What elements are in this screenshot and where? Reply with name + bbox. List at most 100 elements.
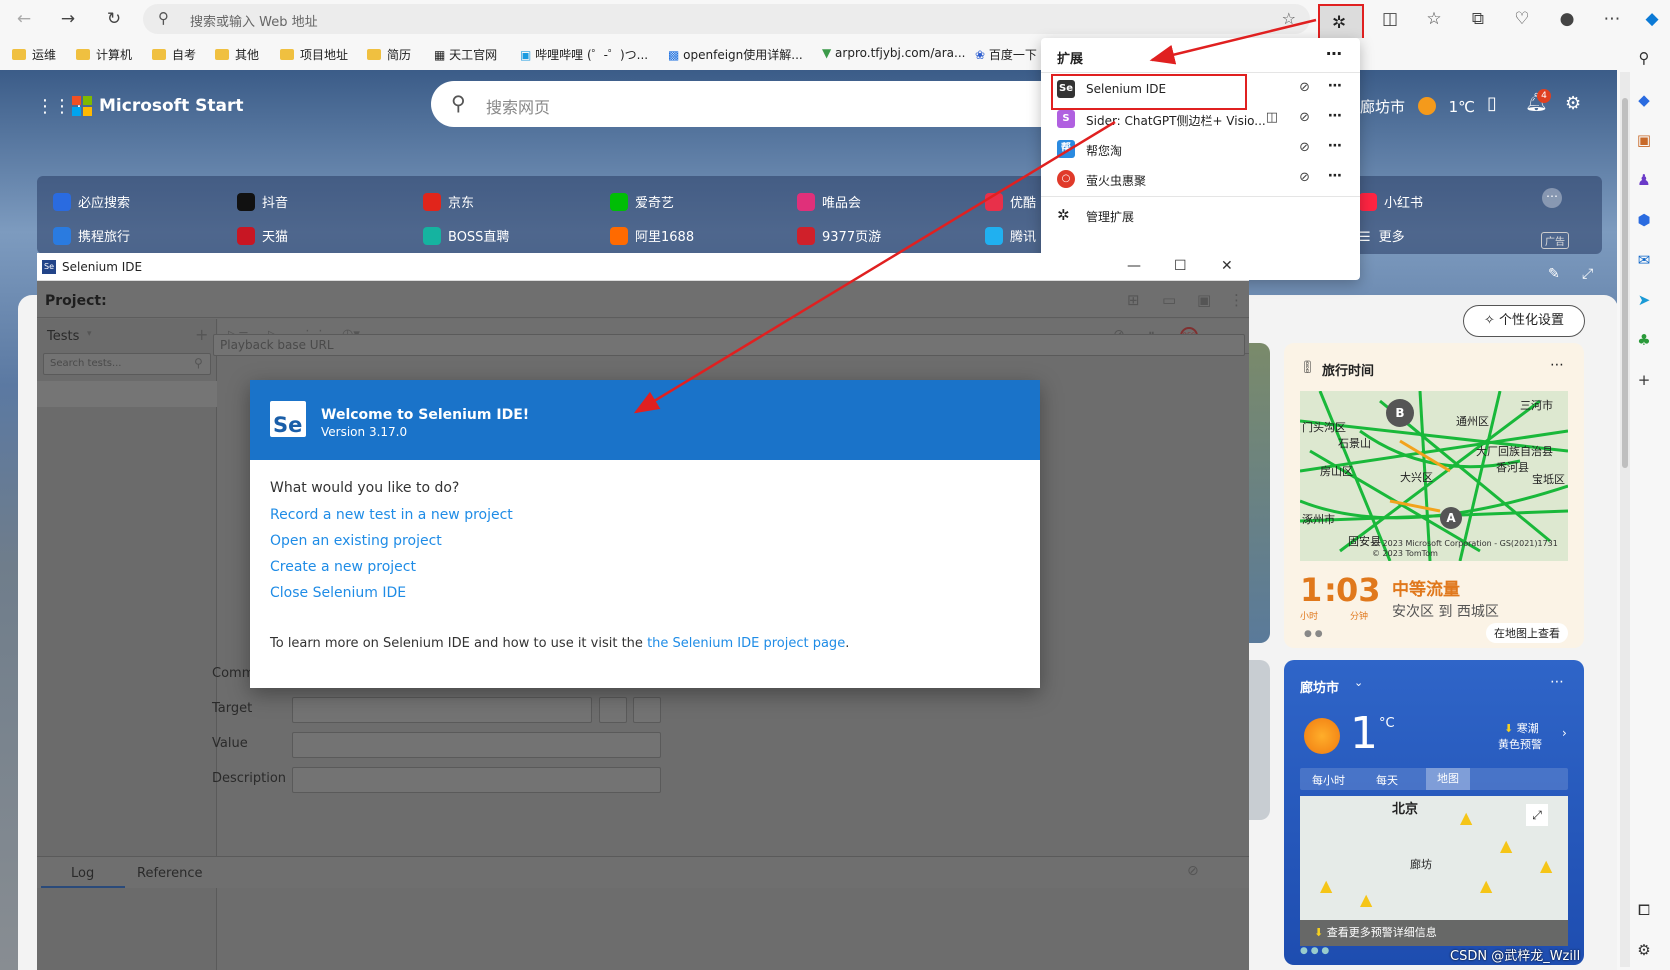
split-screen-icon[interactable]: ◫: [1378, 7, 1402, 31]
profile-avatar[interactable]: ●: [1555, 7, 1579, 31]
collections-icon[interactable]: ⧉: [1466, 7, 1490, 31]
page-scrollbar[interactable]: [1620, 72, 1630, 967]
bookmark-link[interactable]: ▣ 哔哩哔哩 (゜-゜)つ...: [520, 46, 648, 63]
expand-icon[interactable]: ⤢: [1582, 266, 1593, 282]
quick-link[interactable]: 阿里1688: [610, 226, 694, 245]
refresh-icon[interactable]: ↻: [102, 7, 126, 31]
close-ide-link[interactable]: Close Selenium IDE: [270, 585, 406, 601]
settings-icon[interactable]: ⚙: [1634, 940, 1654, 960]
gear-icon[interactable]: ⚙: [1565, 93, 1581, 114]
favorite-star-icon[interactable]: ☆: [1282, 9, 1296, 28]
tab-map[interactable]: 地图: [1426, 768, 1470, 790]
send-icon[interactable]: ➤: [1634, 290, 1654, 310]
quick-link[interactable]: 腾讯: [985, 226, 1036, 245]
expand-icon[interactable]: ⤢: [1526, 804, 1548, 826]
new-project-icon[interactable]: ⊞: [1127, 291, 1140, 309]
close-icon[interactable]: ✕: [1221, 258, 1233, 274]
quick-link[interactable]: 爱奇艺: [610, 192, 674, 211]
add-icon[interactable]: +: [1634, 370, 1654, 390]
travel-time-card[interactable]: 🚦︎ 旅行时间 ⋯ 门头沟区 石景山 通州区 三河市 房山区 大兴区 香河县 大…: [1284, 343, 1584, 648]
chevron-down-icon[interactable]: ⌄: [1354, 676, 1363, 689]
tab-reference[interactable]: Reference: [137, 866, 202, 881]
toolbox-icon[interactable]: ▣: [1634, 130, 1654, 150]
hide-icon[interactable]: ⊘: [1299, 140, 1310, 155]
weather-card[interactable]: 廊坊市 ⌄ ⋯ 1 °C ⬇ 寒潮 黄色预警 › 每小时 每天 地图 北京 廊坊…: [1284, 660, 1584, 965]
tests-dropdown[interactable]: Tests: [47, 329, 79, 344]
favorites-icon[interactable]: ☆: [1422, 7, 1446, 31]
save-icon[interactable]: ▣: [1197, 291, 1211, 309]
alert-text[interactable]: ⬇ 寒潮: [1504, 720, 1539, 736]
alert-more-link[interactable]: ⬇ 查看更多预警详细信息: [1300, 920, 1568, 946]
personalize-button[interactable]: ✧ 个性化设置: [1463, 305, 1585, 337]
project-page-link[interactable]: the Selenium IDE project page: [647, 636, 845, 651]
traffic-map[interactable]: 门头沟区 石景山 通州区 三河市 房山区 大兴区 香河县 大厂回族自治县 宝坻区…: [1300, 391, 1568, 561]
clear-log-icon[interactable]: ⊘: [1187, 863, 1199, 879]
quick-link[interactable]: 小红书: [1359, 192, 1423, 211]
playback-url-input[interactable]: Playback base URL: [213, 334, 1245, 356]
tag-icon[interactable]: ◆: [1634, 90, 1654, 110]
outlook-icon[interactable]: ✉: [1634, 250, 1654, 270]
open-project-link[interactable]: Open an existing project: [270, 533, 442, 549]
tab-hourly[interactable]: 每小时: [1312, 772, 1345, 788]
quick-link[interactable]: 唯品会: [797, 192, 861, 211]
bookmark-folder[interactable]: 简历: [367, 46, 411, 63]
more-options-icon[interactable]: ⋯: [1550, 674, 1564, 690]
tab-daily[interactable]: 每天: [1376, 772, 1398, 788]
more-options-icon[interactable]: ⋯: [1328, 78, 1342, 94]
settings-more-icon[interactable]: ⋯: [1600, 7, 1624, 31]
hide-icon[interactable]: ⊘: [1299, 110, 1310, 125]
record-new-test-link[interactable]: Record a new test in a new project: [270, 507, 513, 523]
create-project-link[interactable]: Create a new project: [270, 559, 416, 575]
bookmark-link[interactable]: ▩ openfeign使用详解...: [668, 46, 803, 63]
bookmark-link[interactable]: ▦ 天工官网: [434, 46, 497, 63]
quick-link[interactable]: 京东: [423, 192, 474, 211]
edit-icon[interactable]: ✎: [1548, 266, 1560, 282]
minimize-icon[interactable]: —: [1127, 258, 1141, 274]
weather-summary[interactable]: 廊坊市 1℃: [1360, 96, 1475, 117]
bookmark-folder[interactable]: 项目地址: [280, 46, 348, 63]
office-icon[interactable]: ⬢: [1634, 210, 1654, 230]
search-tests-input[interactable]: Search tests... ⚲: [43, 353, 211, 375]
bookmark-link[interactable]: ❀ 百度一下: [975, 46, 1037, 63]
scrollbar-thumb[interactable]: [1622, 98, 1628, 468]
more-options-icon[interactable]: ⋯: [1328, 138, 1342, 154]
page-search-box[interactable]: ⚲ 搜索网页: [431, 81, 1071, 127]
more-options-icon[interactable]: ⋯: [1542, 188, 1562, 208]
hide-icon[interactable]: ⊘: [1299, 170, 1310, 185]
more-options-icon[interactable]: ⋯: [1326, 44, 1342, 63]
quick-link[interactable]: 抖音: [237, 192, 288, 211]
chevron-right-icon[interactable]: ›: [1562, 726, 1567, 740]
maximize-icon[interactable]: ☐: [1174, 258, 1187, 274]
extension-item[interactable]: ○ 萤火虫惠聚 ⊘ ⋯: [1041, 164, 1360, 194]
search-icon[interactable]: ⚲: [1634, 48, 1654, 68]
bookmark-folder[interactable]: 计算机: [76, 46, 132, 63]
description-input[interactable]: [292, 767, 661, 793]
quick-link[interactable]: BOSS直聘: [423, 226, 509, 245]
quick-link[interactable]: 优酷: [985, 192, 1036, 211]
back-icon[interactable]: ←: [12, 7, 36, 31]
bookmark-folder[interactable]: 其他: [215, 46, 259, 63]
phone-icon[interactable]: ▯: [1487, 93, 1497, 114]
extension-item[interactable]: 帮 帮您淘 ⊘ ⋯: [1041, 134, 1360, 164]
add-test-icon[interactable]: +: [195, 325, 208, 344]
more-options-icon[interactable]: ⋯: [1328, 108, 1342, 124]
tree-icon[interactable]: ♣: [1634, 330, 1654, 350]
more-options-icon[interactable]: ⋯: [1328, 168, 1342, 184]
sidebar-icon[interactable]: ◫: [1266, 110, 1278, 125]
screenshot-icon[interactable]: ⧠: [1634, 900, 1654, 920]
forward-icon[interactable]: →: [56, 7, 80, 31]
open-folder-icon[interactable]: ▭: [1162, 291, 1176, 309]
target-input[interactable]: [292, 697, 592, 723]
more-links[interactable]: ☰ 更多: [1359, 226, 1405, 245]
select-target-button[interactable]: [599, 697, 627, 723]
bookmark-link[interactable]: ▼ arpro.tfjybj.com/ara...: [822, 46, 965, 60]
quick-link[interactable]: 天猫: [237, 226, 288, 245]
address-bar[interactable]: ⚲ 搜索或输入 Web 地址 ☆: [143, 4, 1310, 34]
bookmark-folder[interactable]: 自考: [152, 46, 196, 63]
games-icon[interactable]: ♟: [1634, 170, 1654, 190]
more-vert-icon[interactable]: ⋮: [1229, 291, 1244, 309]
quick-link[interactable]: 必应搜索: [53, 192, 130, 211]
quick-link[interactable]: 9377页游: [797, 226, 881, 245]
bookmark-folder[interactable]: 运维: [12, 46, 56, 63]
tab-log[interactable]: Log: [71, 866, 94, 881]
